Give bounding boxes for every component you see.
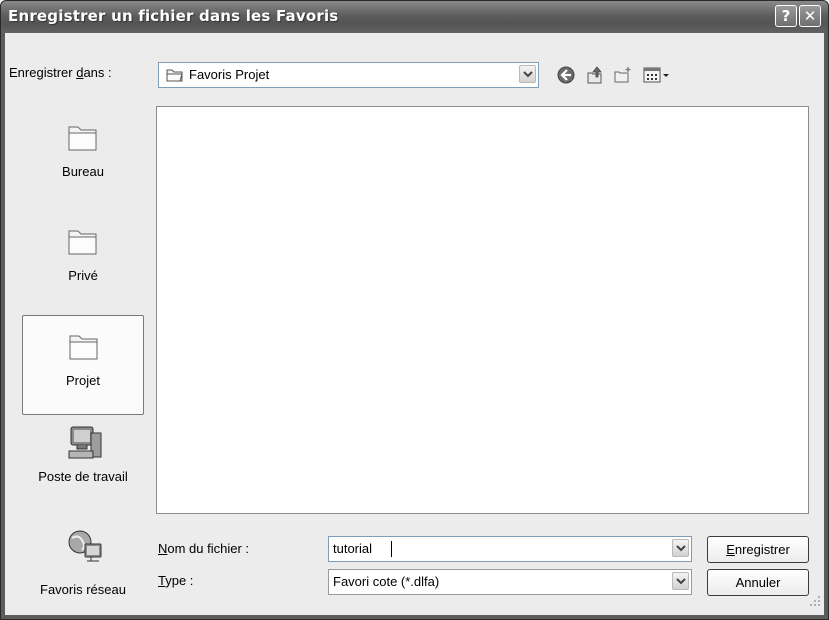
place-label: Privé <box>68 268 98 283</box>
new-folder-icon[interactable] <box>613 65 633 85</box>
folder-icon <box>66 330 102 364</box>
computer-icon <box>65 423 102 459</box>
place-label: Poste de travail <box>38 469 128 484</box>
chevron-down-icon <box>675 539 686 557</box>
text-cursor <box>391 541 392 557</box>
dialog-body: Enregistrer dans : Favoris Projet Bureau… <box>5 33 824 615</box>
title-bar[interactable]: Enregistrer un fichier dans les Favoris … <box>1 1 828 33</box>
help-button[interactable]: ? <box>775 5 797 27</box>
cancel-button[interactable]: Annuler <box>707 569 809 596</box>
place-label: Bureau <box>62 164 104 179</box>
network-icon <box>65 527 102 562</box>
save-button[interactable]: Enregistrer <box>707 536 809 563</box>
place-prive[interactable]: Privé <box>22 211 144 309</box>
close-button[interactable]: ✕ <box>799 5 821 27</box>
window-title: Enregistrer un fichier dans les Favoris <box>8 7 339 25</box>
place-label: Projet <box>66 373 100 388</box>
up-folder-icon[interactable] <box>585 65 605 85</box>
place-favoris-reseau[interactable]: Favoris réseau <box>22 523 144 619</box>
chevron-down-icon <box>675 572 686 590</box>
place-poste-de-travail[interactable]: Poste de travail <box>22 419 144 517</box>
place-projet[interactable]: Projet <box>22 315 144 415</box>
filetype-dropdown[interactable]: Favori cote (*.dlfa) <box>328 569 692 595</box>
folder-icon <box>65 225 101 259</box>
place-label: Favoris réseau <box>40 582 126 597</box>
filename-input[interactable]: tutorial <box>328 536 692 562</box>
save-in-dropdown-arrow[interactable] <box>519 65 536 83</box>
chevron-down-icon <box>522 65 533 83</box>
filename-value[interactable]: tutorial <box>333 541 372 556</box>
filetype-label: Type : <box>158 573 194 588</box>
folder-icon <box>65 121 101 155</box>
filetype-value: Favori cote (*.dlfa) <box>333 574 440 589</box>
filetype-dropdown-arrow[interactable] <box>672 572 689 590</box>
views-menu-icon[interactable] <box>643 65 673 85</box>
file-list[interactable] <box>156 106 809 514</box>
save-in-label: Enregistrer dans : <box>9 65 112 80</box>
folder-open-icon <box>166 68 184 87</box>
save-in-dropdown[interactable]: Favoris Projet <box>158 62 539 88</box>
save-in-value: Favoris Projet <box>189 67 270 82</box>
filename-label: Nom du fichier : <box>158 541 250 556</box>
filename-dropdown-arrow[interactable] <box>672 539 689 557</box>
resize-grip-icon[interactable] <box>809 594 821 612</box>
back-icon[interactable] <box>556 65 576 85</box>
place-bureau[interactable]: Bureau <box>22 107 144 205</box>
save-dialog-window: Enregistrer un fichier dans les Favoris … <box>0 0 829 620</box>
places-bar: Bureau Privé Projet Poste de travail Fav… <box>22 107 146 603</box>
